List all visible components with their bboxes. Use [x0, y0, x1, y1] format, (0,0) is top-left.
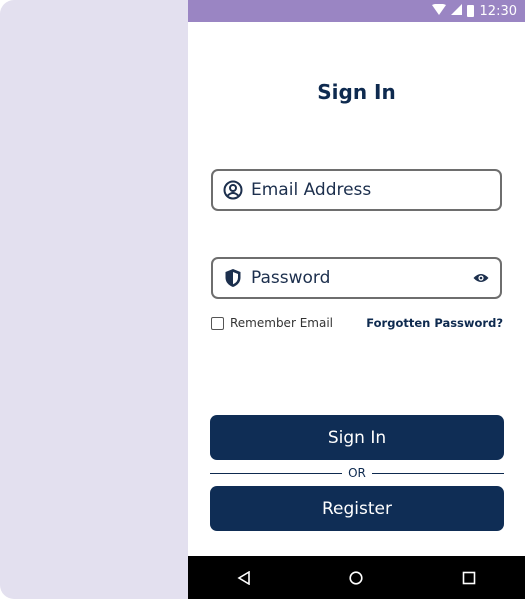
status-bar: 12:30 [188, 0, 525, 22]
sign-in-button[interactable]: Sign In [210, 415, 504, 460]
wifi-icon [431, 3, 446, 19]
back-icon[interactable] [224, 558, 264, 598]
battery-icon [466, 5, 474, 17]
side-panel [0, 0, 220, 599]
page-title: Sign In [317, 80, 396, 104]
options-row: Remember Email Forgotten Password? [211, 313, 503, 333]
system-nav-bar [188, 556, 525, 599]
email-input[interactable] [251, 180, 490, 200]
remember-label: Remember Email [230, 316, 333, 330]
home-icon[interactable] [336, 558, 376, 598]
email-field[interactable] [211, 169, 502, 211]
or-text: OR [348, 466, 366, 480]
phone-screen: 12:30 Sign In Email Address Remember Ema… [188, 0, 525, 599]
status-time: 12:30 [479, 3, 517, 19]
remember-checkbox[interactable] [211, 316, 224, 330]
password-field[interactable] [211, 257, 502, 299]
signal-icon [450, 3, 462, 19]
register-button[interactable]: Register [210, 486, 504, 531]
eye-icon[interactable] [472, 269, 490, 287]
forgot-password-link[interactable]: Forgotten Password? [366, 316, 503, 330]
divider-line [210, 472, 343, 474]
recents-icon[interactable] [449, 558, 489, 598]
or-divider: OR [210, 465, 505, 481]
shield-icon [223, 268, 243, 288]
remember-email[interactable]: Remember Email [211, 316, 333, 330]
password-input[interactable] [251, 268, 472, 288]
divider-line [371, 472, 505, 474]
user-circle-icon [223, 180, 243, 200]
